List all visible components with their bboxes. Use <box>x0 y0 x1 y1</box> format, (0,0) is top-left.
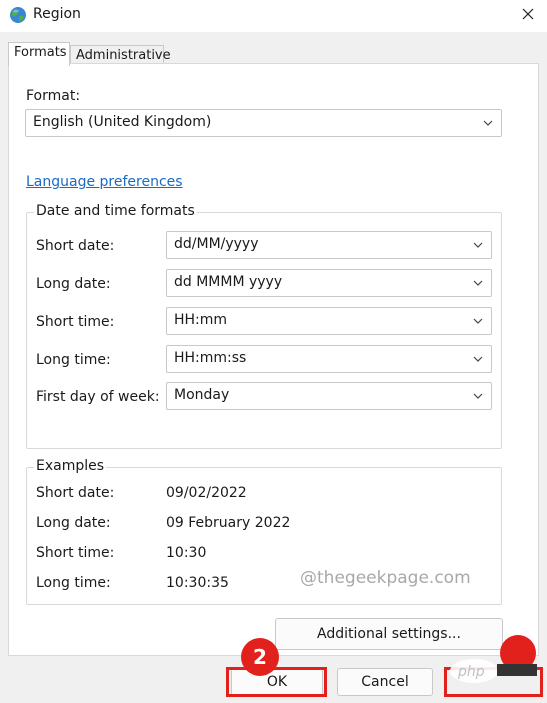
tab-formats[interactable]: Formats <box>8 42 70 66</box>
cancel-button[interactable]: Cancel <box>337 668 433 696</box>
additional-settings-button[interactable]: Additional settings... <box>275 618 503 650</box>
format-select[interactable]: English (United Kingdom) <box>25 109 502 137</box>
format-select-value: English (United Kingdom) <box>33 114 212 130</box>
date-time-formats-legend: Date and time formats <box>34 203 197 219</box>
first-day-of-week-select[interactable]: Monday <box>166 382 492 410</box>
first-day-of-week-value: Monday <box>174 387 230 403</box>
example-long-date-value: 09 February 2022 <box>166 515 291 531</box>
long-date-select[interactable]: dd MMMM yyyy <box>166 269 492 297</box>
globe-icon <box>10 7 26 23</box>
format-label: Format: <box>26 88 81 104</box>
chevron-down-icon <box>483 120 493 126</box>
close-icon[interactable] <box>518 4 538 24</box>
svg-text:php: php <box>457 664 485 680</box>
chevron-down-icon <box>473 393 483 399</box>
long-date-label: Long date: <box>36 276 111 292</box>
chevron-down-icon <box>473 280 483 286</box>
step-badge-ok: 2 <box>241 638 279 676</box>
example-long-date-label: Long date: <box>36 515 111 531</box>
short-time-label: Short time: <box>36 314 115 330</box>
chevron-down-icon <box>473 356 483 362</box>
chevron-down-icon <box>473 242 483 248</box>
long-date-value: dd MMMM yyyy <box>174 274 283 290</box>
example-short-time-value: 10:30 <box>166 545 207 561</box>
tab-strip: Formats Administrative <box>0 32 547 67</box>
watermark: @thegeekpage.com <box>300 568 471 588</box>
php-logo-icon: php <box>450 659 537 683</box>
short-date-select[interactable]: dd/MM/yyyy <box>166 231 492 259</box>
title-bar: Region <box>0 0 547 32</box>
first-day-of-week-label: First day of week: <box>36 389 160 405</box>
long-time-value: HH:mm:ss <box>174 350 247 366</box>
short-time-select[interactable]: HH:mm <box>166 307 492 335</box>
window-title: Region <box>33 6 81 22</box>
long-time-select[interactable]: HH:mm:ss <box>166 345 492 373</box>
example-short-time-label: Short time: <box>36 545 115 561</box>
short-date-label: Short date: <box>36 238 115 254</box>
example-short-date-label: Short date: <box>36 485 115 501</box>
example-long-time-label: Long time: <box>36 575 111 591</box>
short-time-value: HH:mm <box>174 312 228 328</box>
chevron-down-icon <box>473 318 483 324</box>
short-date-value: dd/MM/yyyy <box>174 236 259 252</box>
examples-legend: Examples <box>34 458 107 474</box>
language-preferences-link[interactable]: Language preferences <box>26 174 183 190</box>
example-short-date-value: 09/02/2022 <box>166 485 247 501</box>
long-time-label: Long time: <box>36 352 111 368</box>
date-time-formats-group: Date and time formats Short date: dd/MM/… <box>26 203 502 449</box>
example-long-time-value: 10:30:35 <box>166 575 229 591</box>
ok-highlight-box <box>226 667 327 697</box>
